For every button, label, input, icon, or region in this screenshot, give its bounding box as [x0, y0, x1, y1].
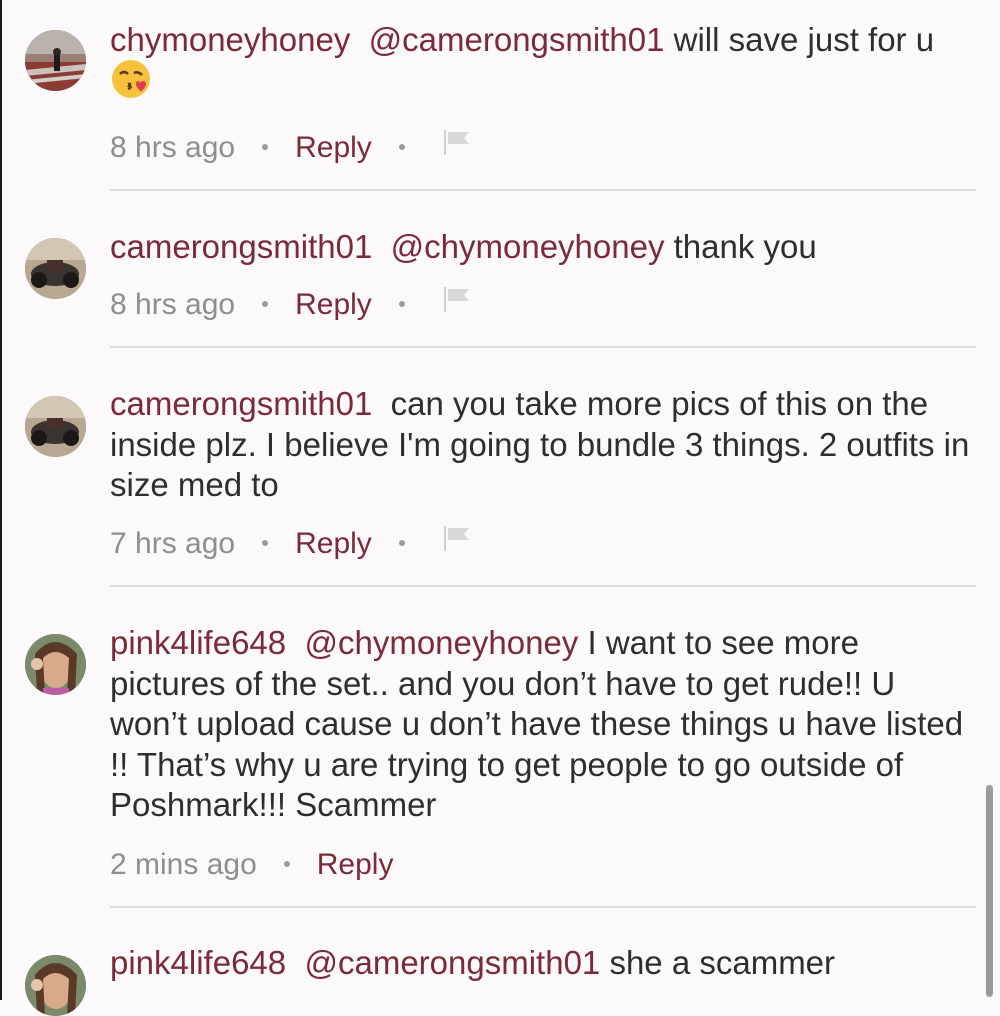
avatar[interactable] [25, 634, 86, 695]
comment-message: will save just for u [673, 21, 935, 58]
username-link[interactable]: camerongsmith01 [110, 385, 372, 422]
divider [110, 189, 976, 191]
avatar[interactable] [25, 955, 86, 1016]
divider [110, 906, 976, 908]
flag-icon[interactable] [442, 284, 472, 325]
comment-timestamp: 8 hrs ago [110, 288, 236, 321]
comment-text: camerongsmith01 @chymoneyhoney thank you [110, 227, 970, 268]
reply-button[interactable]: Reply [317, 845, 394, 885]
separator-dot [262, 144, 269, 151]
comment-text: chymoneyhoney @camerongsmith01 will save… [110, 20, 970, 112]
reply-button[interactable]: Reply [295, 128, 372, 168]
divider [110, 346, 976, 348]
username-link[interactable]: chymoneyhoney [110, 21, 350, 58]
separator-dot [283, 861, 290, 868]
scrollbar[interactable] [986, 785, 993, 997]
reply-button[interactable]: Reply [295, 285, 372, 325]
mention-link[interactable]: @camerongsmith01 [304, 944, 600, 981]
reply-button[interactable]: Reply [295, 524, 372, 564]
comment-meta: 7 hrs ago Reply [110, 524, 472, 564]
mention-link[interactable]: @chymoneyhoney [391, 228, 665, 265]
avatar[interactable] [25, 238, 86, 299]
comment-meta: 8 hrs ago Reply [110, 285, 472, 325]
username-link[interactable]: pink4life648 [110, 944, 286, 981]
comment-text: pink4life648 @camerongsmith01 she a scam… [110, 943, 970, 984]
username-link[interactable]: pink4life648 [110, 624, 286, 661]
username-link[interactable]: camerongsmith01 [110, 228, 372, 265]
flag-icon[interactable] [442, 523, 472, 564]
separator-dot [262, 301, 269, 308]
mention-link[interactable]: @chymoneyhoney [304, 624, 578, 661]
window-edge [0, 0, 2, 1000]
mention-link[interactable]: @camerongsmith01 [369, 21, 665, 58]
comment-meta: 2 mins ago Reply [110, 845, 393, 885]
comment-meta: 8 hrs ago Reply [110, 128, 472, 168]
divider [110, 585, 976, 587]
separator-dot [398, 144, 405, 151]
comment-timestamp: 8 hrs ago [110, 131, 236, 164]
kissing-face-with-heart-emoji-icon [110, 58, 152, 110]
avatar[interactable] [25, 396, 86, 457]
comment-timestamp: 7 hrs ago [110, 527, 236, 560]
separator-dot [262, 540, 269, 547]
comment-text: camerongsmith01 can you take more pics o… [110, 384, 970, 506]
comment-message: thank you [673, 228, 817, 265]
separator-dot [398, 301, 405, 308]
separator-dot [398, 540, 405, 547]
avatar[interactable] [25, 30, 86, 91]
comment-timestamp: 2 mins ago [110, 848, 257, 881]
comment-message: she a scammer [609, 944, 836, 981]
flag-icon[interactable] [442, 127, 472, 168]
comment-text: pink4life648 @chymoneyhoney I want to se… [110, 623, 970, 826]
